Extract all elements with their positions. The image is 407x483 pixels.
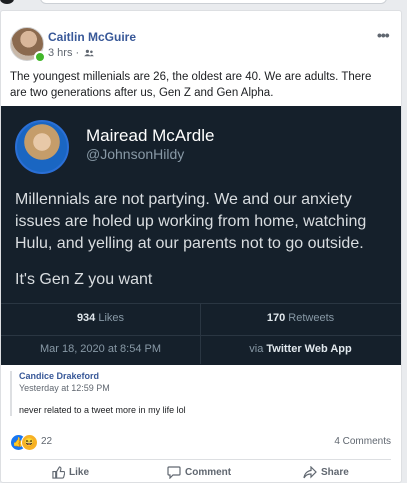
reactions-row: 👍 😆 22 4 Comments (10, 434, 391, 451)
post-text: The youngest millenials are 26, the olde… (10, 71, 372, 99)
comment-button[interactable]: Comment (167, 466, 232, 480)
meta-separator: · (75, 47, 80, 59)
comment-author[interactable]: Candice Drakeford (19, 371, 404, 382)
tweet-via-source: Twitter Web App (266, 343, 352, 355)
tweet-retweets: 170 Retweets (201, 304, 400, 336)
tweet-handle: @JohnsonHildy (86, 146, 185, 162)
tweet-likes: 934 Likes (1, 304, 200, 336)
post-meta: 3 hrs · (48, 47, 95, 59)
online-status-icon (34, 51, 46, 63)
tweet-retweets-count: 170 (266, 312, 286, 324)
post-time[interactable]: 3 hrs (48, 47, 72, 59)
like-label: Like (69, 467, 90, 479)
comment-time[interactable]: Yesterday at 12:59 PM (19, 382, 404, 394)
tweet-author-name: Mairead McArdle (86, 126, 215, 145)
comment-label: Comment (185, 467, 232, 479)
share-arrow-icon (303, 465, 317, 479)
tweet-date: Mar 18, 2020 at 8:54 PM (39, 343, 162, 355)
share-label: Share (321, 467, 349, 479)
speech-bubble-icon (167, 466, 181, 480)
like-button[interactable]: Like (52, 466, 89, 479)
tweet-stats: 934 Likes 170 Retweets (1, 303, 401, 364)
tweet-body: Millennials are not partying. We and our… (15, 189, 395, 291)
tweet-retweets-label: Retweets (288, 312, 335, 324)
tweet-text-2: It's Gen Z you want (15, 271, 153, 288)
comment-input-partial[interactable] (40, 0, 387, 4)
quoted-comment: Candice Drakeford Yesterday at 12:59 PM … (10, 371, 404, 416)
comment-text: never related to a tweet more in my life… (19, 405, 186, 415)
tweet-text-1: Millennials are not partying. We and our… (15, 191, 367, 252)
haha-reaction-icon[interactable]: 😆 (21, 434, 38, 451)
tweet-avatar (15, 120, 69, 174)
comments-count[interactable]: 4 Comments (334, 436, 391, 447)
tweet-likes-count: 934 (76, 312, 96, 324)
tweet-via: via Twitter Web App (201, 336, 400, 362)
tweet-footer: Mar 18, 2020 at 8:54 PM via Twitter Web … (1, 335, 401, 366)
post-card: Caitlin McGuire 3 hrs · ••• The youngest… (0, 10, 402, 483)
more-options-button[interactable]: ••• (377, 27, 390, 43)
friends-privacy-icon[interactable] (84, 49, 95, 57)
reaction-count[interactable]: 22 (41, 436, 52, 447)
share-button[interactable]: Share (303, 465, 349, 479)
action-bar: Like Comment Share (10, 459, 391, 482)
author-name[interactable]: Caitlin McGuire (48, 30, 136, 44)
tweet-likes-label: Likes (98, 312, 125, 324)
thumbs-up-icon (52, 466, 66, 479)
avatar-partial (0, 0, 14, 4)
tweet-via-prefix: via (249, 343, 264, 355)
top-strip (0, 0, 407, 4)
tweet-screenshot: Mairead McArdle @JohnsonHildy Millennial… (1, 106, 401, 365)
